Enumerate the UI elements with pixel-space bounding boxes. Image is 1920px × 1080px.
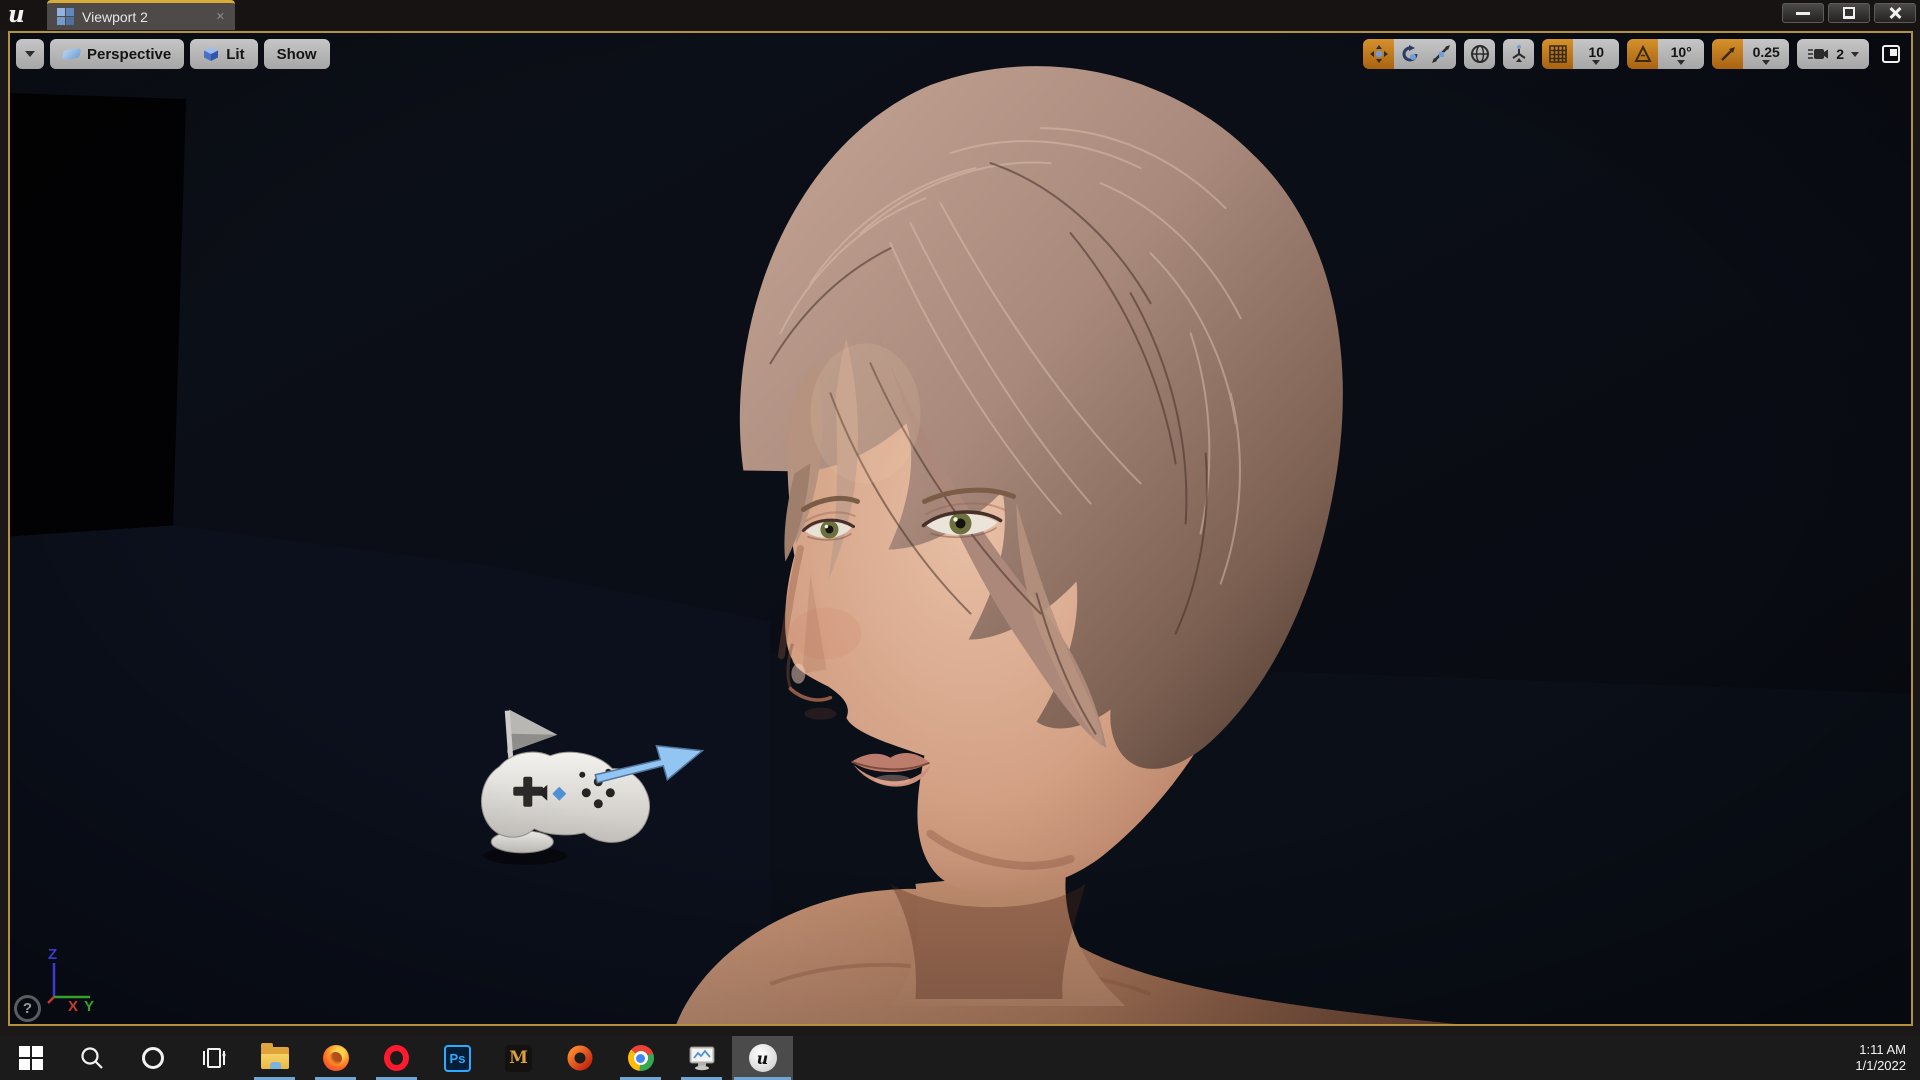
taskbar-search-button[interactable] [61,1036,122,1080]
restore-icon [1843,8,1855,18]
scale-snap-icon [1719,45,1737,63]
camera-speed-button[interactable]: 2 [1797,39,1869,69]
translate-icon [1369,44,1389,64]
rotate-tool-button[interactable] [1394,39,1425,69]
taskbar-system-monitor-button[interactable] [671,1036,732,1080]
taskbar-start-button[interactable] [0,1036,61,1080]
camera-speed-icon [1807,46,1829,62]
chevron-down-icon [1851,52,1859,57]
taskbar-chrome-button[interactable] [610,1036,671,1080]
minimize-button[interactable] [1782,3,1824,23]
windows-start-icon [19,1046,43,1070]
chevron-down-icon [1592,60,1600,65]
axis-y-label: Y [84,998,94,1015]
lit-cube-icon [203,46,219,62]
maya-icon: M [505,1045,532,1072]
unreal-editor-window: u Viewport 2 ✕ [0,0,1920,1080]
tab-title: Viewport 2 [82,9,148,25]
taskbar-maya-button[interactable]: M [488,1036,549,1080]
viewport-3d[interactable]: Perspective Lit Show [8,31,1913,1026]
window-controls [1782,3,1916,23]
window-titlebar: u Viewport 2 ✕ [0,0,1920,30]
viewport-options-button[interactable] [16,39,44,69]
windows-taskbar: Ps M u [0,1036,1920,1080]
system-monitor-icon [688,1045,716,1071]
taskbar-opera-button[interactable] [366,1036,427,1080]
maximize-viewport-button[interactable] [1877,40,1905,68]
rotation-snap-value: 10° [1671,45,1692,59]
grid-snap-toggle-button[interactable] [1542,39,1573,69]
taskbar-photoshop-button[interactable]: Ps [427,1036,488,1080]
viewport-toolbar-right: 10 10° [1363,39,1905,69]
axis-gizmo: Z X Y [28,945,118,1020]
viewport-toolbar-left: Perspective Lit Show [16,39,330,69]
chevron-down-icon [1677,60,1685,65]
rotate-icon [1400,44,1420,64]
show-label: Show [277,46,317,63]
tab-viewport-2[interactable]: Viewport 2 ✕ [47,0,235,30]
photoshop-icon: Ps [444,1045,471,1072]
restore-button[interactable] [1828,3,1870,23]
minimize-icon [1796,12,1810,15]
opera-icon [384,1045,409,1071]
cortana-icon [142,1047,164,1069]
scene-render [10,33,1911,1024]
lit-button[interactable]: Lit [190,39,257,69]
grid-snap-value: 10 [1588,45,1604,59]
scale-snap-value: 0.25 [1753,45,1780,59]
taskbar-file-explorer-button[interactable] [244,1036,305,1080]
perspective-button[interactable]: Perspective [50,39,184,69]
help-button[interactable]: ? [14,995,41,1022]
taskbar-clock[interactable]: 1:11 AM 1/1/2022 [1855,1036,1920,1080]
clock-time: 1:11 AM [1859,1042,1906,1058]
unreal-engine-logo-icon: u [8,1,25,29]
grid-snap-value-button[interactable]: 10 [1573,39,1619,69]
perspective-label: Perspective [87,46,171,63]
scale-tool-button[interactable] [1425,39,1456,69]
viewport-grid-icon [57,8,74,25]
help-label: ? [23,1000,32,1017]
search-icon [79,1045,105,1071]
world-local-toggle-button[interactable] [1464,39,1495,69]
rotation-snap-toggle-button[interactable] [1627,39,1658,69]
maximize-viewport-icon [1882,45,1900,63]
close-icon [1889,7,1901,19]
axis-z-label: Z [48,946,57,963]
chrome-icon [628,1045,654,1071]
unreal-engine-icon: u [749,1044,777,1072]
surface-snapping-button[interactable] [1503,39,1534,69]
scale-snap-value-button[interactable]: 0.25 [1743,39,1789,69]
lit-label: Lit [226,46,244,63]
camera-speed-value: 2 [1836,47,1844,61]
perspective-icon [62,48,81,60]
taskbar-unreal-engine-button[interactable]: u [732,1036,793,1080]
taskbar-firefox-button[interactable] [305,1036,366,1080]
taskbar-cortana-button[interactable] [122,1036,183,1080]
task-view-icon [201,1045,227,1071]
close-button[interactable] [1874,3,1916,23]
taskbar-office-button[interactable] [549,1036,610,1080]
chevron-down-icon [25,51,35,57]
scale-icon [1431,44,1451,64]
surface-snap-icon [1509,44,1529,64]
axis-x-label: X [68,998,78,1015]
file-explorer-icon [261,1047,289,1069]
clock-date: 1/1/2022 [1855,1058,1906,1074]
rotation-snap-value-button[interactable]: 10° [1658,39,1704,69]
grid-icon [1549,45,1567,63]
taskbar-task-view-button[interactable] [183,1036,244,1080]
vignette [10,33,1911,1024]
show-button[interactable]: Show [264,39,330,69]
chevron-down-icon [1762,60,1770,65]
tab-close-icon[interactable]: ✕ [216,10,225,23]
angle-icon [1634,45,1652,63]
scale-snap-toggle-button[interactable] [1712,39,1743,69]
translate-tool-button[interactable] [1363,39,1394,69]
office-icon [567,1045,593,1071]
globe-icon [1470,44,1490,64]
firefox-icon [323,1045,349,1071]
